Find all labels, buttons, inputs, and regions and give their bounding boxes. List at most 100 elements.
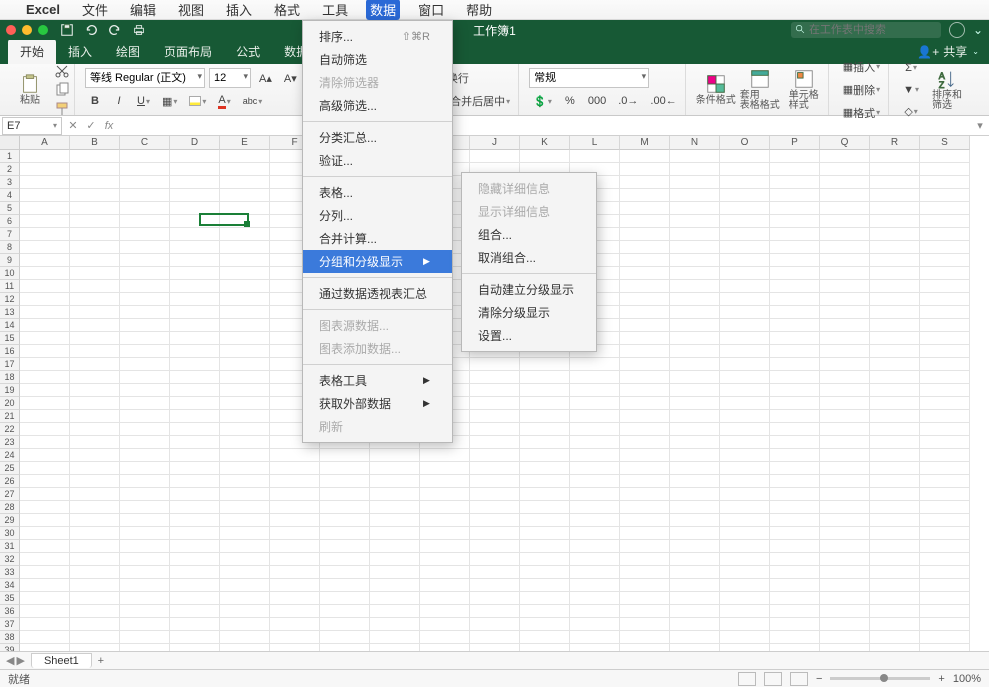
cell[interactable] — [370, 540, 420, 553]
cell[interactable] — [670, 293, 720, 306]
cell[interactable] — [470, 592, 520, 605]
cell[interactable] — [20, 176, 70, 189]
cell[interactable] — [170, 371, 220, 384]
cell[interactable] — [820, 163, 870, 176]
cell[interactable] — [120, 553, 170, 566]
cell[interactable] — [70, 150, 120, 163]
increase-decimal-button[interactable]: .0→ — [614, 91, 642, 111]
cell[interactable] — [720, 345, 770, 358]
cell[interactable] — [920, 358, 970, 371]
cell[interactable] — [220, 566, 270, 579]
cell[interactable] — [320, 527, 370, 540]
cell[interactable] — [870, 319, 920, 332]
cell[interactable] — [720, 605, 770, 618]
cell[interactable] — [870, 163, 920, 176]
cell[interactable] — [620, 423, 670, 436]
cell[interactable] — [420, 605, 470, 618]
cell[interactable] — [620, 371, 670, 384]
row-header[interactable]: 21 — [0, 410, 20, 423]
zoom-window-button[interactable] — [38, 25, 48, 35]
cell[interactable] — [20, 202, 70, 215]
cell[interactable] — [170, 189, 220, 202]
insert-cells-button[interactable]: ▦ 插入▾ — [839, 57, 884, 77]
cell[interactable] — [620, 618, 670, 631]
column-header[interactable]: B — [70, 136, 120, 150]
cell[interactable] — [920, 332, 970, 345]
cell[interactable] — [570, 358, 620, 371]
cell[interactable] — [720, 228, 770, 241]
cell[interactable] — [720, 202, 770, 215]
cell[interactable] — [520, 410, 570, 423]
cell[interactable] — [270, 579, 320, 592]
search-input[interactable] — [791, 22, 941, 38]
cell[interactable] — [20, 579, 70, 592]
cell[interactable] — [620, 215, 670, 228]
cell[interactable] — [570, 527, 620, 540]
cell[interactable] — [20, 540, 70, 553]
cell[interactable] — [20, 267, 70, 280]
cell[interactable] — [20, 423, 70, 436]
row-header[interactable]: 32 — [0, 553, 20, 566]
cell[interactable] — [120, 215, 170, 228]
cell[interactable] — [20, 189, 70, 202]
cell[interactable] — [20, 644, 70, 651]
cell[interactable] — [120, 631, 170, 644]
cell[interactable] — [70, 163, 120, 176]
cell[interactable] — [820, 514, 870, 527]
cell[interactable] — [620, 449, 670, 462]
cell[interactable] — [620, 605, 670, 618]
cell[interactable] — [470, 449, 520, 462]
cell[interactable] — [820, 553, 870, 566]
cell[interactable] — [870, 527, 920, 540]
cell[interactable] — [620, 410, 670, 423]
cell[interactable] — [20, 163, 70, 176]
cell[interactable] — [770, 488, 820, 501]
cell[interactable] — [870, 306, 920, 319]
cell[interactable] — [520, 566, 570, 579]
row-header[interactable]: 14 — [0, 319, 20, 332]
cell[interactable] — [370, 644, 420, 651]
cell[interactable] — [620, 397, 670, 410]
column-header[interactable]: A — [20, 136, 70, 150]
cell[interactable] — [570, 605, 620, 618]
cell[interactable] — [20, 605, 70, 618]
cell[interactable] — [620, 553, 670, 566]
cell[interactable] — [670, 462, 720, 475]
cell[interactable] — [770, 592, 820, 605]
cell[interactable] — [370, 605, 420, 618]
cell[interactable] — [170, 436, 220, 449]
cell[interactable] — [620, 514, 670, 527]
cell[interactable] — [220, 319, 270, 332]
cell[interactable] — [220, 163, 270, 176]
cell[interactable] — [470, 462, 520, 475]
cell[interactable] — [320, 605, 370, 618]
cell[interactable] — [220, 254, 270, 267]
cell[interactable] — [770, 150, 820, 163]
cell[interactable] — [870, 553, 920, 566]
cell[interactable] — [120, 436, 170, 449]
cell[interactable] — [70, 592, 120, 605]
cell[interactable] — [820, 306, 870, 319]
cell[interactable] — [570, 488, 620, 501]
cell[interactable] — [920, 306, 970, 319]
cell[interactable] — [820, 579, 870, 592]
redo-icon[interactable] — [108, 23, 122, 37]
cell[interactable] — [670, 397, 720, 410]
cell[interactable] — [620, 384, 670, 397]
ribbon-tab-页面布局[interactable]: 页面布局 — [152, 39, 224, 64]
menu-item[interactable]: 验证... — [303, 149, 452, 172]
cell[interactable] — [470, 410, 520, 423]
cell[interactable] — [820, 228, 870, 241]
cell[interactable] — [870, 605, 920, 618]
cell[interactable] — [720, 254, 770, 267]
menu-item[interactable]: 自动筛选 — [303, 48, 452, 71]
row-header[interactable]: 38 — [0, 631, 20, 644]
cell[interactable] — [770, 436, 820, 449]
cell[interactable] — [70, 644, 120, 651]
cell[interactable] — [120, 358, 170, 371]
cell[interactable] — [720, 332, 770, 345]
cell[interactable] — [770, 202, 820, 215]
row-header[interactable]: 6 — [0, 215, 20, 228]
cell[interactable] — [70, 345, 120, 358]
cell[interactable] — [570, 631, 620, 644]
